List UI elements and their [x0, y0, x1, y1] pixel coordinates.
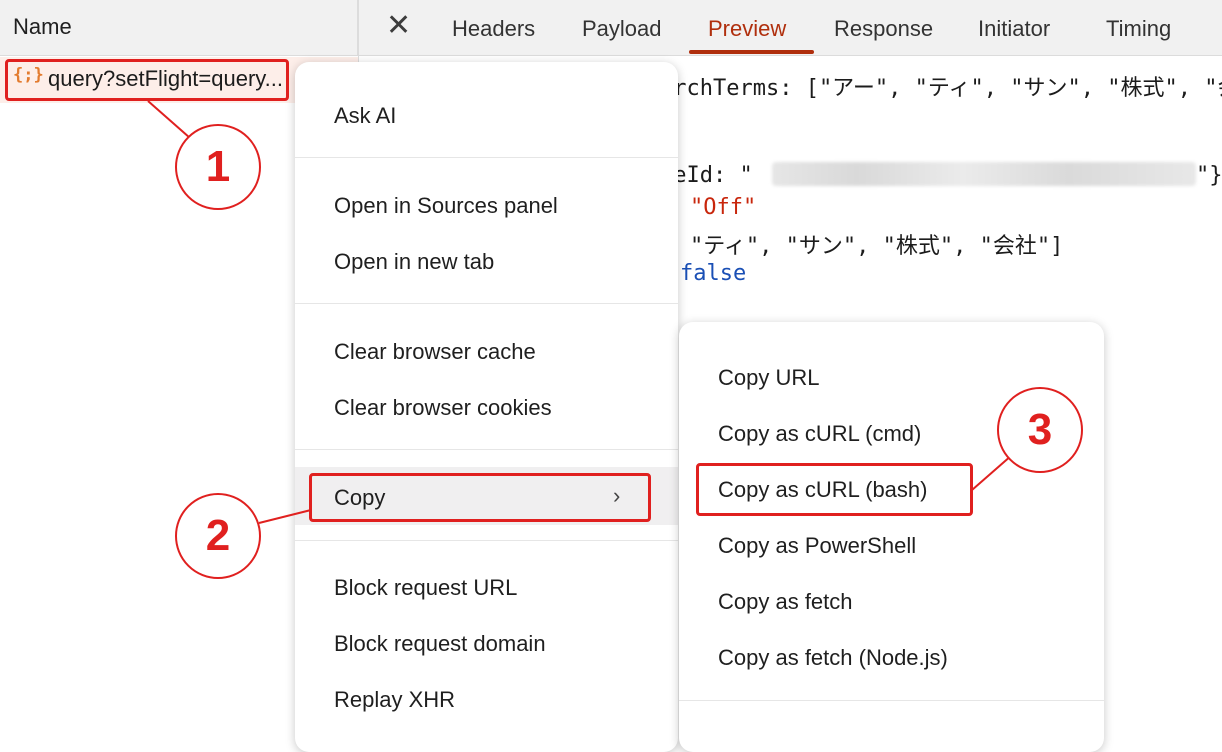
- highlight-request-row: [5, 59, 289, 101]
- annotation-leader-lines: [147, 100, 1013, 524]
- step-1-badge: 1: [175, 124, 261, 210]
- step-2-badge: 2: [175, 493, 261, 579]
- highlight-copy-curl-bash: [696, 463, 973, 516]
- step-3-badge: 3: [997, 387, 1083, 473]
- highlight-copy-item: [309, 473, 651, 522]
